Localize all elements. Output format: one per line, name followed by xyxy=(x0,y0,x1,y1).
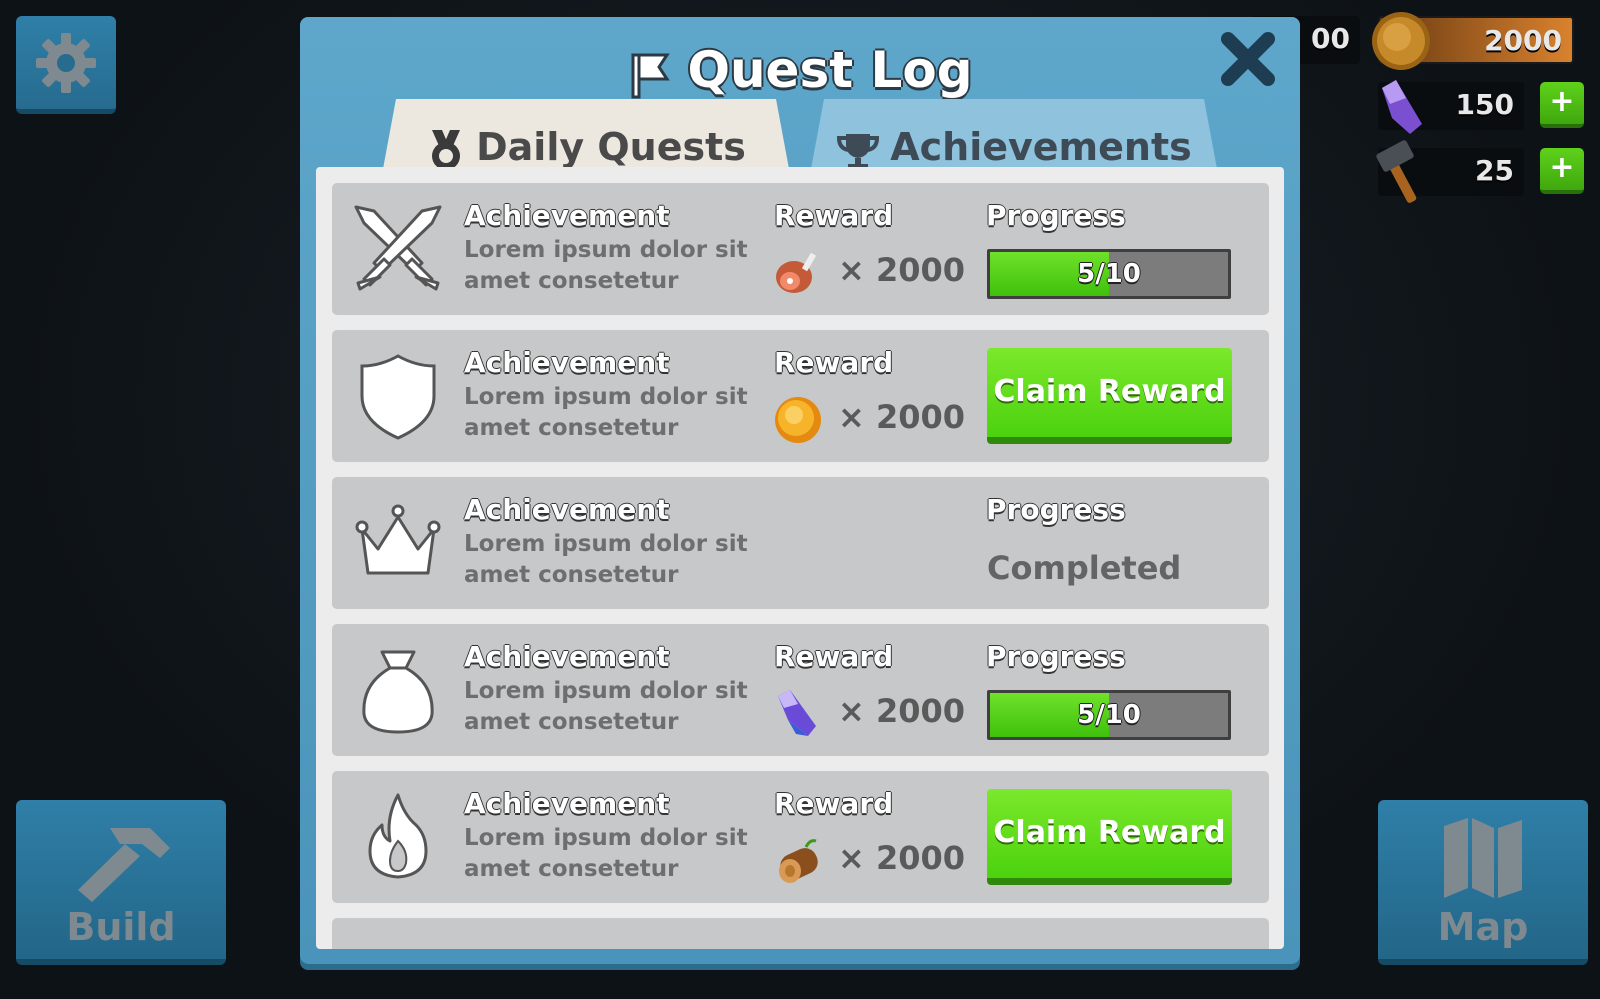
gem-value: 150 xyxy=(1455,88,1514,121)
quest-list[interactable]: Achievement Lorem ipsum dolor sit amet c… xyxy=(316,167,1284,949)
meat-icon xyxy=(776,252,817,293)
food-value: 00 xyxy=(1311,22,1350,55)
tab-achievements-label: Achievements xyxy=(808,125,1220,170)
hammer-value: 25 xyxy=(1475,154,1514,187)
claim-reward-button[interactable]: Claim Reward xyxy=(987,789,1232,885)
progress-label: Progress xyxy=(986,493,1126,526)
quest-description: Lorem ipsum dolor sit amet consetetur xyxy=(464,384,748,441)
settings-button[interactable] xyxy=(16,16,116,114)
shield-icon xyxy=(360,354,436,440)
quest-title: Achievement xyxy=(464,787,670,820)
crossed-swords-icon xyxy=(354,205,442,291)
gear-icon xyxy=(36,32,96,93)
reward-amount: × 2000 xyxy=(838,251,966,289)
reward-label: Reward xyxy=(774,787,894,820)
hammer-icon xyxy=(78,828,170,902)
crystal-icon xyxy=(778,690,816,736)
gold-value: 2000 xyxy=(1484,24,1562,57)
flag-icon xyxy=(631,53,671,98)
modal-title: Quest Log xyxy=(300,41,1300,99)
quest-row: Achievement Lorem ipsum dolor sit amet c… xyxy=(332,624,1269,756)
quest-log-modal: Quest Log Achievements Daily Quests Achi… xyxy=(300,17,1300,964)
reward-label: Reward xyxy=(774,640,894,673)
map-button[interactable]: Map xyxy=(1378,800,1588,965)
tab-daily-quests-label: Daily Quests xyxy=(380,125,792,172)
medal-icon xyxy=(432,129,461,170)
add-gems-button[interactable]: + xyxy=(1540,82,1584,128)
quest-description: Lorem ipsum dolor sit amet consetetur xyxy=(464,825,748,882)
wood-log-icon xyxy=(779,839,818,883)
progress-text: 5/10 xyxy=(1077,259,1141,289)
progress-bar: 5/10 xyxy=(987,690,1231,740)
reward-amount: × 2000 xyxy=(838,692,966,730)
map-icon xyxy=(1444,818,1522,898)
progress-label: Progress xyxy=(986,199,1126,232)
hammer-resource-icon xyxy=(1376,140,1417,203)
quest-description: Lorem ipsum dolor sit amet consetetur xyxy=(464,531,748,588)
quest-title: Achievement xyxy=(464,493,670,526)
reward-label: Reward xyxy=(774,346,894,379)
reward-label: Reward xyxy=(774,199,894,232)
quest-row: Achievement Lorem ipsum dolor sit amet c… xyxy=(332,330,1269,462)
quest-title: Achievement xyxy=(464,640,670,673)
reward-amount: × 2000 xyxy=(838,398,966,436)
gold-coin-icon xyxy=(1372,12,1430,70)
progress-bar: 5/10 xyxy=(987,249,1231,299)
quest-title: Achievement xyxy=(464,199,670,232)
close-button[interactable] xyxy=(1218,29,1278,89)
quest-description: Lorem ipsum dolor sit amet consetetur xyxy=(464,237,748,294)
quest-row: Achievement Lorem ipsum dolor sit amet c… xyxy=(332,477,1269,609)
quest-row: Achievement Lorem ipsum dolor sit amet c… xyxy=(332,771,1269,903)
build-button[interactable]: Build xyxy=(16,800,226,965)
money-bag-icon xyxy=(362,650,434,734)
flame-icon xyxy=(368,793,428,879)
add-hammers-button[interactable]: + xyxy=(1540,148,1584,194)
quest-row-partial xyxy=(332,918,1269,949)
crystal-icon xyxy=(1382,80,1422,134)
quest-description: Lorem ipsum dolor sit amet consetetur xyxy=(464,678,748,735)
quest-title: Achievement xyxy=(464,346,670,379)
crown-icon xyxy=(355,504,441,575)
coin-icon xyxy=(775,397,821,443)
trophy-icon xyxy=(837,133,880,169)
claim-reward-button[interactable]: Claim Reward xyxy=(987,348,1232,444)
quest-row: Achievement Lorem ipsum dolor sit amet c… xyxy=(332,183,1269,315)
completed-status: Completed xyxy=(987,549,1182,587)
reward-amount: × 2000 xyxy=(838,839,966,877)
build-label: Build xyxy=(66,905,176,949)
map-label: Map xyxy=(1437,905,1529,949)
progress-text: 5/10 xyxy=(1077,700,1141,730)
progress-label: Progress xyxy=(986,640,1126,673)
modal-title-text: Quest Log xyxy=(687,41,973,99)
